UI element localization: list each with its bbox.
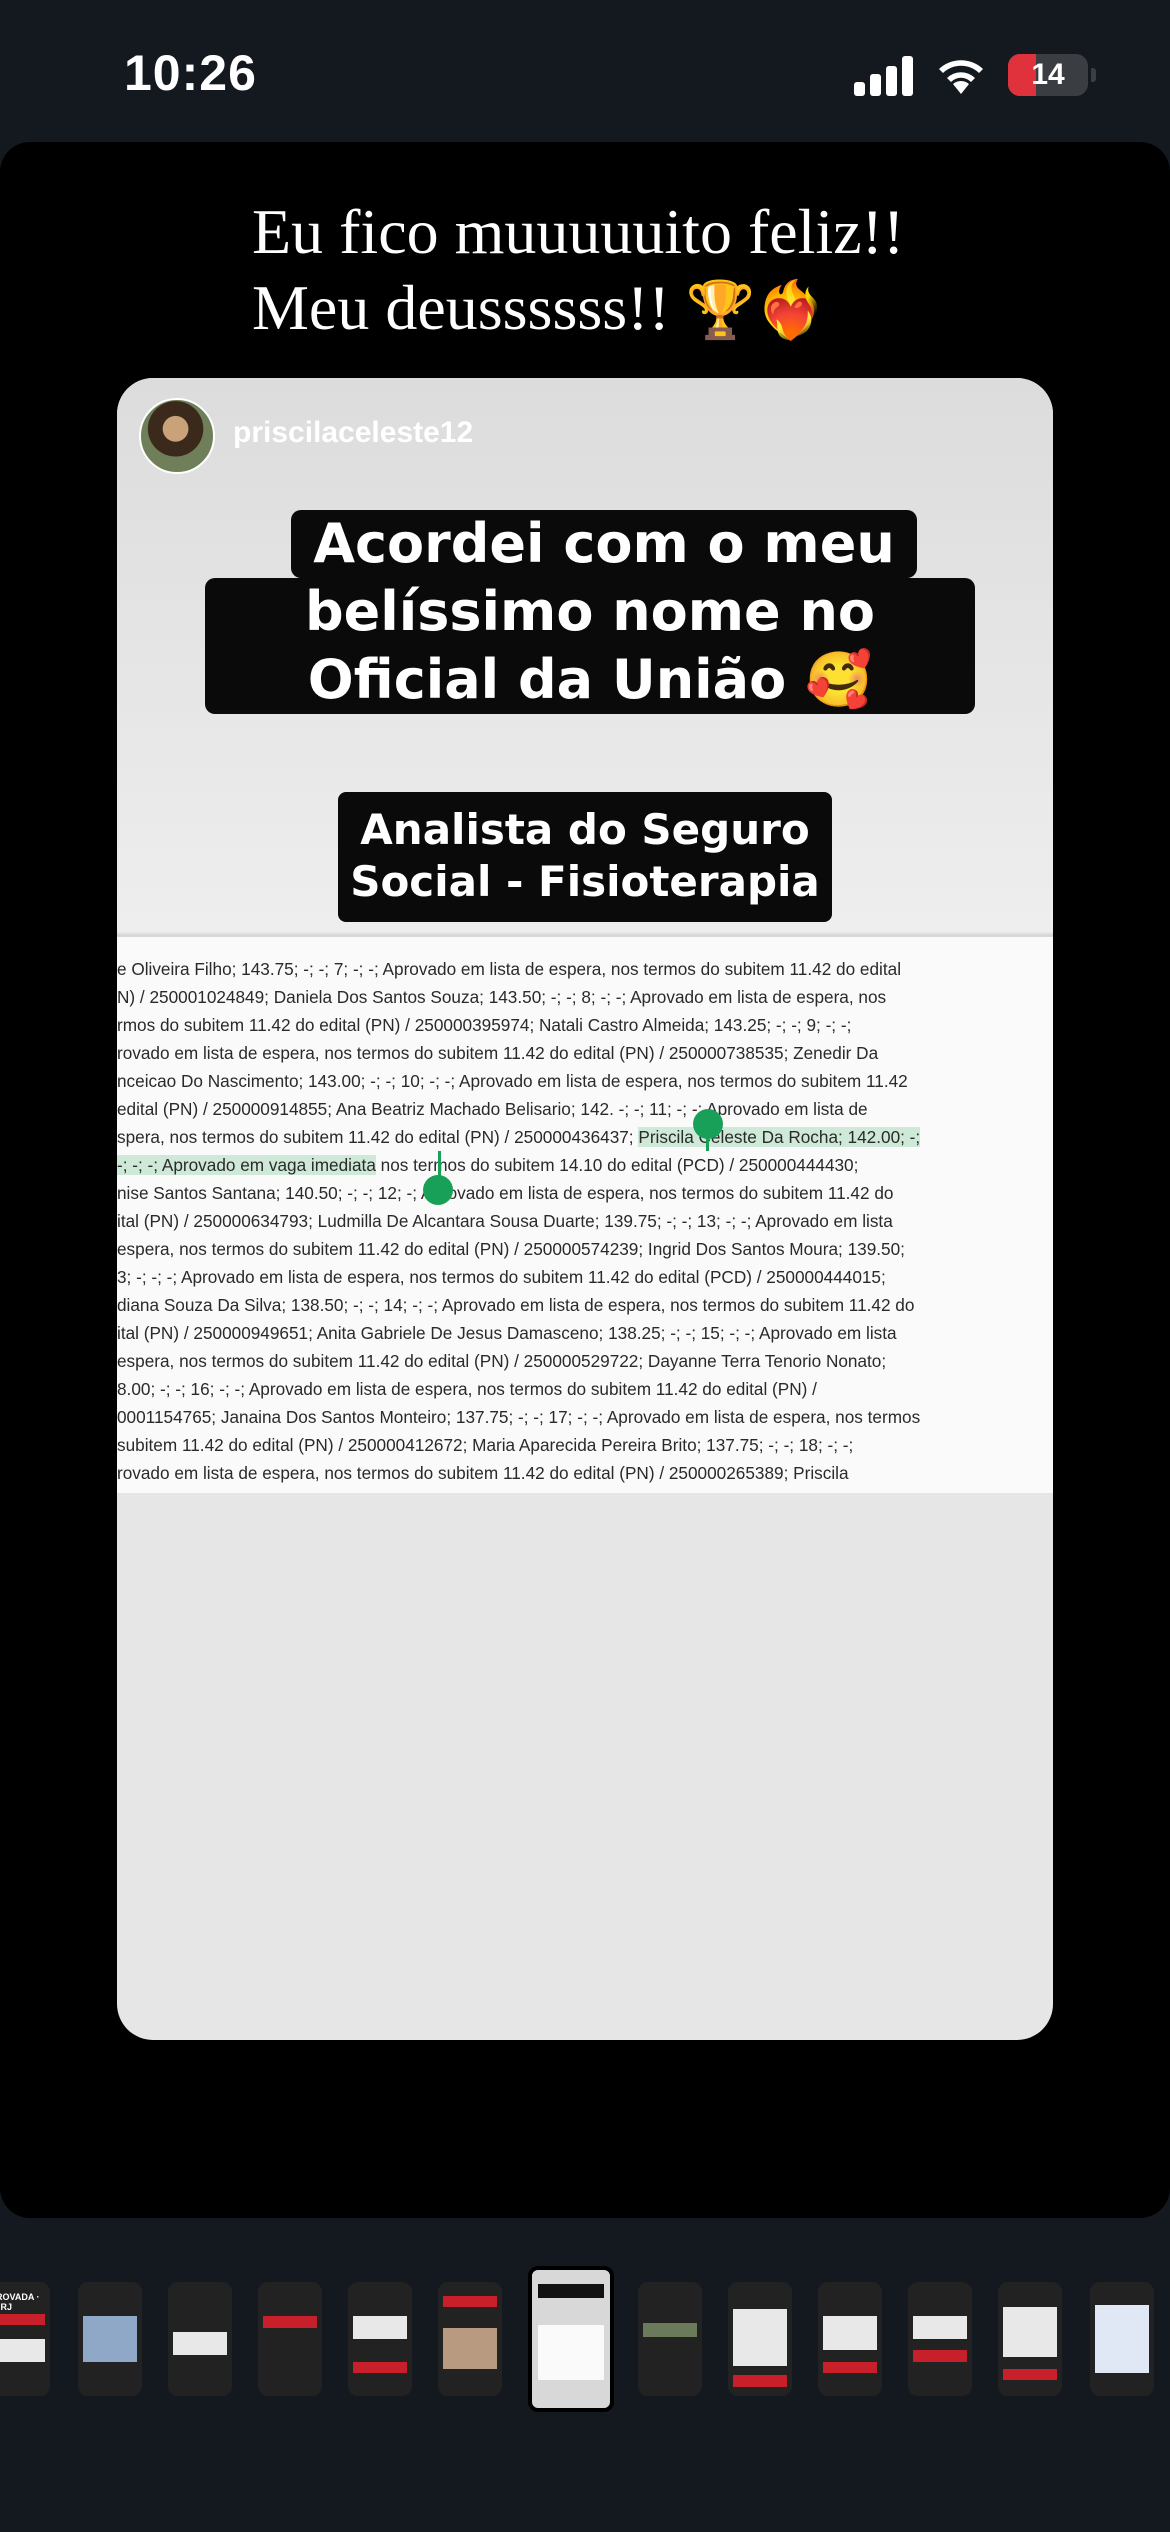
selection-end-handle[interactable] <box>423 1175 453 1205</box>
story-thumbnail[interactable]: PROVADA · TJRJ <box>0 2282 50 2396</box>
battery-icon: 14 <box>1008 54 1096 96</box>
story-thumbnail[interactable] <box>168 2282 232 2396</box>
doc-line: ital (PN) / 250000949651; Anita Gabriele… <box>117 1323 897 1343</box>
shared-story-card[interactable]: priscilaceleste12 Acordei com o meu belí… <box>117 378 1053 2040</box>
battery-level: 14 <box>1031 58 1065 91</box>
status-bar: 10:26 14 <box>0 0 1170 140</box>
trophy-heart-emoji: 🏆❤️‍🔥 <box>685 278 826 343</box>
highlighted-status: -; -; -; Aprovado em vaga imediata <box>117 1155 376 1175</box>
doc-line: rovado em lista de espera, nos termos do… <box>117 1463 849 1483</box>
headline-line-3: Oficial da União 🥰 <box>287 646 893 714</box>
headline-line-1: Acordei com o meu <box>291 510 917 578</box>
caption-text: Meu deussssss!! <box>252 272 670 343</box>
doc-line: 3; -; -; -; Aprovado em lista de espera,… <box>117 1267 886 1287</box>
story-thumbnail-strip[interactable]: PROVADA · TJRJ <box>0 2262 1170 2422</box>
story-thumbnail[interactable] <box>348 2282 412 2396</box>
role-banner: Analista do Seguro Social - Fisioterapia <box>338 792 832 922</box>
doc-line: subitem 11.42 do edital (PN) / 250000412… <box>117 1435 854 1455</box>
story-thumbnail[interactable] <box>818 2282 882 2396</box>
doc-line: 8.00; -; -; 16; -; -; Aprovado em lista … <box>117 1379 817 1399</box>
doc-line: espera, nos termos do subitem 11.42 do e… <box>117 1239 905 1259</box>
story-caption: Eu fico muuuuuito feliz!! Meu deussssss!… <box>252 194 1012 349</box>
wifi-icon <box>939 60 983 94</box>
story-thumbnail[interactable] <box>258 2282 322 2396</box>
story-thumbnail[interactable] <box>908 2282 972 2396</box>
story-thumbnail[interactable] <box>78 2282 142 2396</box>
author-username[interactable]: priscilaceleste12 <box>233 416 473 450</box>
caption-line-1: Eu fico muuuuuito feliz!! <box>252 196 905 267</box>
doc-line: diana Souza Da Silva; 138.50; -; -; 14; … <box>117 1295 915 1315</box>
story-thumbnail[interactable] <box>728 2282 792 2396</box>
doc-line: 0001154765; Janaina Dos Santos Monteiro;… <box>117 1407 921 1427</box>
story-thumbnail[interactable] <box>1090 2282 1154 2396</box>
story-thumbnail[interactable] <box>438 2282 502 2396</box>
doc-line: rmos do subitem 11.42 do edital (PN) / 2… <box>117 1015 852 1035</box>
doc-line: nceicao Do Nascimento; 143.00; -; -; 10;… <box>117 1071 908 1091</box>
clock: 10:26 <box>124 45 257 101</box>
doc-line: N) / 250001024849; Daniela Dos Santos So… <box>117 987 887 1007</box>
doc-line: ital (PN) / 250000634793; Ludmilla De Al… <box>117 1211 893 1231</box>
role-line-1: Analista do Seguro <box>360 805 810 854</box>
doc-line: rovado em lista de espera, nos termos do… <box>117 1043 879 1063</box>
cellular-signal-icon <box>854 56 916 96</box>
story-viewer[interactable]: Eu fico muuuuuito feliz!! Meu deussssss!… <box>0 142 1170 2218</box>
doc-line: -; -; -; Aprovado em vaga imediata nos t… <box>117 1151 858 1179</box>
story-thumbnail-active[interactable] <box>528 2266 614 2412</box>
doc-line: nise Santos Santana; 140.50; -; -; 12; -… <box>117 1183 894 1203</box>
avatar[interactable] <box>139 398 215 474</box>
doc-line: edital (PN) / 250000914855; Ana Beatriz … <box>117 1099 868 1119</box>
diario-oficial-excerpt: e Oliveira Filho; 143.75; -; -; 7; -; -;… <box>117 934 1053 1493</box>
headline-banner: Acordei com o meu belíssimo nome no Diár… <box>205 510 975 750</box>
highlighted-name: Priscila Celeste Da Rocha; 142.00; -; <box>638 1127 921 1147</box>
role-line-2: Social - Fisioterapia <box>350 857 820 906</box>
thumbnail-label: PROVADA · TJRJ <box>0 2292 40 2312</box>
story-thumbnail[interactable] <box>638 2282 702 2396</box>
doc-line: spera, nos termos do subitem 11.42 do ed… <box>117 1123 921 1151</box>
doc-text: spera, nos termos do subitem 11.42 do ed… <box>117 1127 639 1147</box>
caption-line-2: Meu deussssss!! 🏆❤️‍🔥 <box>252 270 1012 349</box>
doc-line: e Oliveira Filho; 143.75; -; -; 7; -; -;… <box>117 959 902 979</box>
doc-text: nos termos do subitem 14.10 do edital (P… <box>375 1155 859 1175</box>
doc-line: espera, nos termos do subitem 11.42 do e… <box>117 1351 887 1371</box>
story-thumbnail[interactable] <box>998 2282 1062 2396</box>
selection-start-caret <box>706 1123 709 1151</box>
